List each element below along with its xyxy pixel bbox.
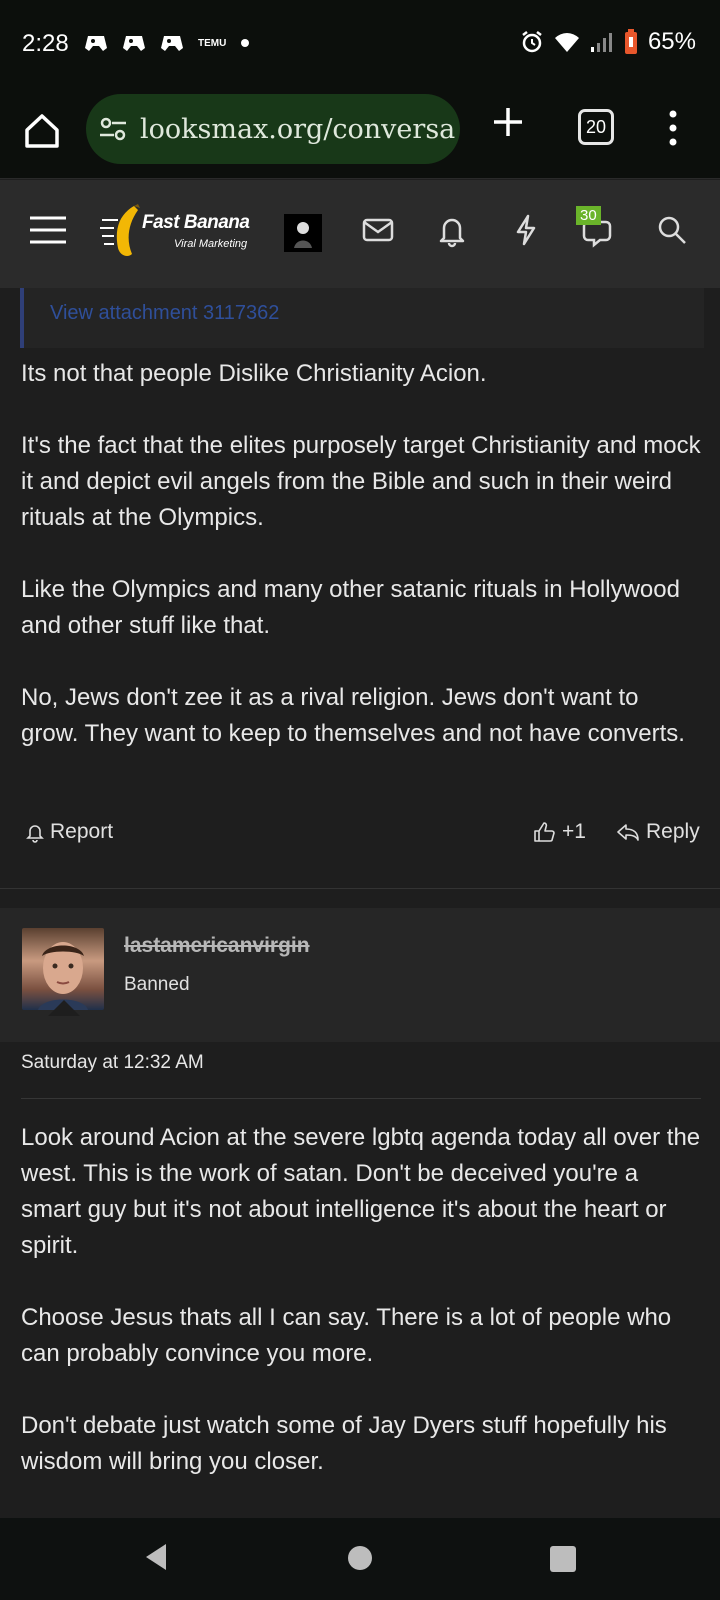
site-settings-icon[interactable] [98,114,128,144]
avatar-image [294,222,312,248]
author-pointer [48,1000,80,1016]
game-controller-icon [85,36,107,51]
bell-icon[interactable] [432,210,472,250]
quote-block: View attachment 3117362 [20,288,704,348]
banana-icon [100,204,140,256]
battery-percent: 65% [647,28,696,55]
status-right: 65% [520,28,696,56]
home-button[interactable] [348,1546,372,1570]
author-title: Banned [124,974,190,995]
logo-title: Fast Banana [142,212,250,233]
post-actions: Report +1 Reply [0,820,720,860]
url-bar[interactable]: looksmax.org/conversa [86,94,460,164]
alarm-icon [522,31,542,53]
post-paragraph: No, Jews don't zee it as a rival religio… [21,684,685,747]
post-paragraph: Like the Olympics and many other satanic… [21,576,680,639]
post-paragraph: Look around Acion at the severe lgbtq ag… [21,1124,701,1259]
reply-icon [617,824,639,841]
system-navigation-bar [0,1518,720,1600]
game-controller-icon [161,36,183,51]
post-divider [0,888,720,889]
bell-icon [26,825,44,843]
logo-subtitle: Viral Marketing [174,238,248,250]
post-paragraph: Choose Jesus thats all I can say. There … [21,1304,672,1367]
post-author-block: lastamericanvirgin Banned [0,908,720,1042]
avatar-image [38,942,88,1010]
wifi-icon [554,33,579,52]
status-bar: 2:28 TEMU 65% [0,0,720,90]
site-logo[interactable]: Fast Banana Viral Marketing [98,202,266,262]
site-header: Fast Banana Viral Marketing 30 [0,180,720,288]
dot-icon [241,39,250,47]
url-text: looksmax.org/conversa [140,113,456,145]
lightning-icon[interactable] [506,210,546,250]
like-button[interactable]: +1 [532,820,586,844]
recent-apps-button[interactable] [550,1546,576,1572]
thumbs-up-icon [534,822,555,842]
signal-icon [590,33,612,52]
browser-toolbar: looksmax.org/conversa 20 [0,90,720,179]
conversations-badge: 30 [576,206,601,225]
author-avatar[interactable] [22,928,104,1010]
hamburger-menu-icon[interactable] [28,210,68,250]
date-divider [21,1098,701,1099]
post-paragraph: Its not that people Dislike Christianity… [21,360,487,387]
like-count: +1 [562,820,586,843]
battery-icon [624,29,637,54]
post-paragraph: It's the fact that the elites purposely … [21,432,701,531]
home-icon[interactable] [22,110,62,150]
user-avatar[interactable] [284,214,322,252]
back-icon[interactable] [144,1542,168,1572]
reply-label: Reply [646,820,700,843]
attachment-link[interactable]: View attachment 3117362 [50,302,279,325]
status-time: 2:28 [22,30,69,57]
mail-icon[interactable] [358,210,398,250]
more-options-icon[interactable] [668,108,678,148]
author-username[interactable]: lastamericanvirgin [124,934,310,958]
game-controller-icon [123,36,145,51]
report-label: Report [50,820,114,843]
report-button[interactable]: Report [24,820,113,844]
reply-button[interactable]: Reply [616,820,700,844]
notification-icons: TEMU [84,34,250,52]
post-date[interactable]: Saturday at 12:32 AM [21,1052,204,1074]
new-tab-icon[interactable] [490,104,526,140]
thread-content: View attachment 3117362 Its not that peo… [0,288,720,1518]
search-icon[interactable] [652,210,692,250]
temu-icon: TEMU [198,37,227,49]
post-paragraph: Don't debate just watch some of Jay Dyer… [21,1412,667,1475]
tab-switcher-button[interactable]: 20 [578,109,614,145]
